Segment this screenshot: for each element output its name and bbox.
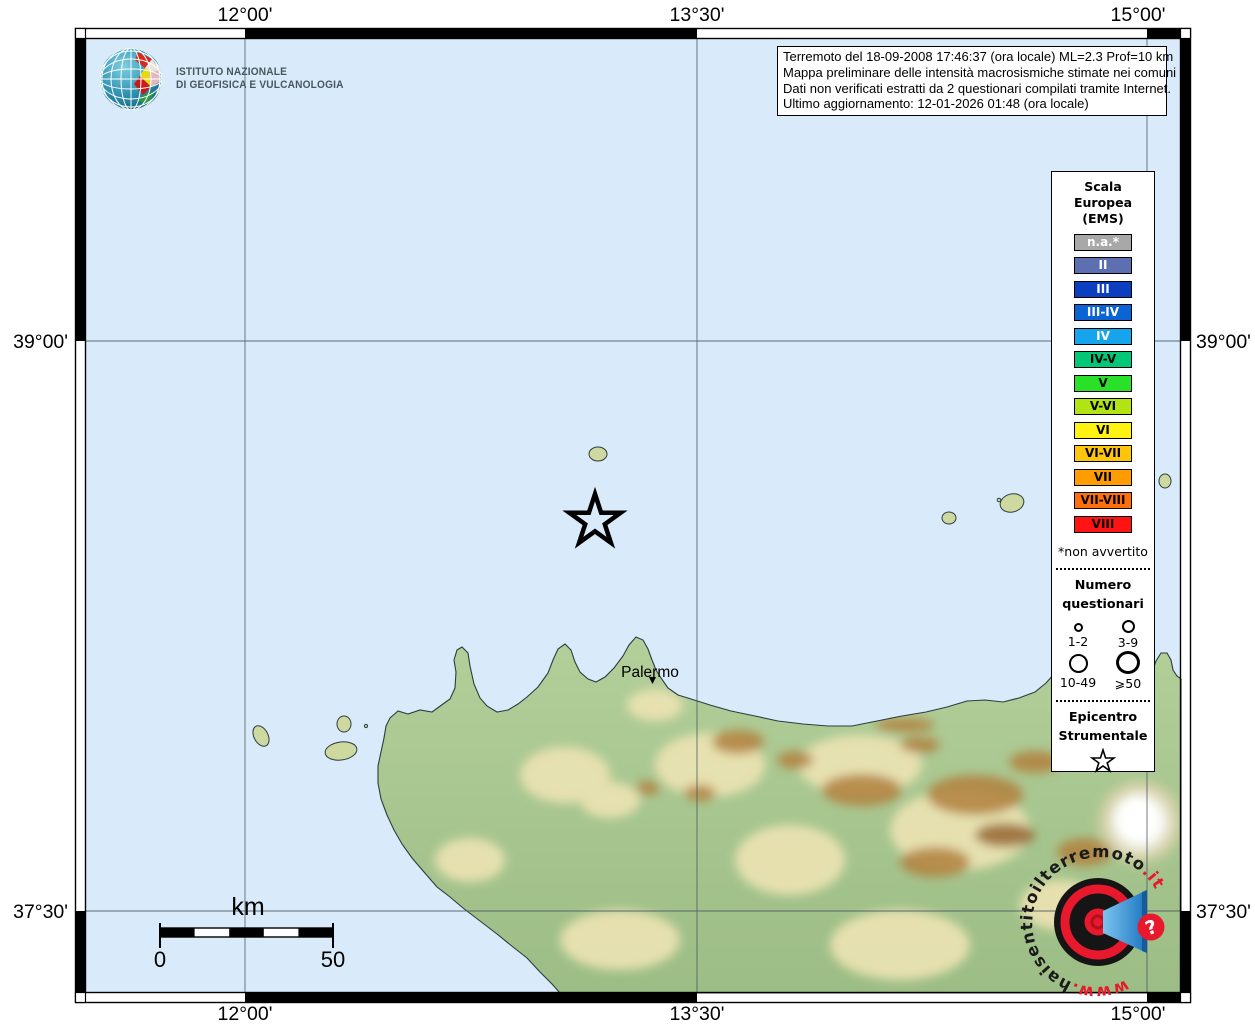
size-circle-small-icon [1073,622,1083,632]
info-line-data-source: Dati non verificati estratti da 2 questi… [783,80,1172,96]
info-line-map-type: Mappa preliminare delle intensità macros… [783,64,1177,80]
intensity-chip-vi: VI [1074,421,1132,439]
island-levanzo [336,715,352,733]
axis-right-3730: 37°30' [1196,901,1251,923]
size-label: 10-49 [1059,674,1097,690]
size-circle-medium-icon [1121,619,1135,633]
epicenter-star-icon [1089,746,1117,773]
island-stromboli [1158,473,1172,489]
scale-bar-start: 0 [154,947,166,972]
intensity-chip-iii: III [1074,280,1132,298]
seismic-intensity-map-page: Palermo km 0 50 12°00' 13°30' 15°00' 12°… [0,0,1255,1025]
intensity-chip-iii-iv: III-IV [1074,304,1132,321]
legend-divider [1056,699,1150,702]
city-label: Palermo [621,664,679,681]
size-label: ⩾50 [1114,675,1142,691]
questionnaire-size-key: 1-2 3-9 10-49 ⩾50 [1052,617,1154,691]
axis-top-1330: 13°30' [670,4,725,26]
axis-bottom-15: 15°00' [1111,1003,1166,1024]
epicenter-section-title: Epicentro Strumentale [1052,707,1154,745]
legend-title-line2: Europea [1073,195,1133,210]
intensity-chip-v: V [1074,374,1132,392]
intensity-chip-vii: VII [1074,468,1132,486]
legend-title-line3: (EMS) [1082,211,1124,226]
axis-right-39: 39°00' [1196,331,1251,353]
info-line-event: Terremoto del 18-09-2008 17:46:37 (ora l… [783,49,1174,64]
legend-title: Scala Europea (EMS) [1052,172,1154,227]
axis-bottom-12: 12°00' [218,1003,273,1024]
intensity-chip-viii: VIII [1074,515,1132,533]
info-line-updated: Ultimo aggiornamento: 12-01-2026 01:48 (… [783,96,1089,112]
scale-bar-end: 50 [321,947,345,972]
intensity-chip-na: n.a.* [1074,233,1132,251]
intensity-chip-v-vi: V-VI [1074,398,1132,415]
intensity-chip-ii: II [1074,257,1132,274]
size-circle-xlarge-icon [1116,650,1140,674]
islet [996,497,1002,503]
ingv-globe-icon [100,48,162,110]
size-circle-large-icon [1068,653,1088,673]
intensity-chip-iv-v: IV-V [1074,351,1132,368]
axis-left-39: 39°00' [13,331,68,353]
size-key-10-49: 10-49 [1053,650,1103,691]
ingv-title: ISTITUTO NAZIONALE DI GEOFISICA E VULCAN… [176,66,344,92]
island-alicudi [941,511,957,525]
scale-bar-unit: km [231,893,264,921]
questionnaire-title-line2: questionari [1062,595,1144,611]
ingv-title-line1: ISTITUTO NAZIONALE [176,66,288,78]
size-label: 3-9 [1117,634,1139,650]
size-key-1-2: 1-2 [1053,617,1103,650]
questionnaire-section-title: Numero questionari [1052,575,1154,613]
epicenter-title-line1: Epicentro [1068,708,1138,724]
legend-divider [1056,567,1150,570]
island-ustica [588,446,608,462]
axis-top-15: 15°00' [1111,4,1166,26]
axis-left-3730: 37°30' [13,901,68,923]
epicenter-title-line2: Strumentale [1058,727,1148,743]
islet [363,723,369,729]
legend-panel: Scala Europea (EMS) n.a.* II III III-IV … [1051,171,1155,773]
axis-bottom-1330: 13°30' [670,1003,725,1024]
questionnaire-title-line1: Numero [1074,576,1132,592]
size-key-50plus: ⩾50 [1103,650,1153,691]
intensity-chip-iv: IV [1074,327,1132,345]
intensity-chip-vii-viii: VII-VIII [1074,492,1132,509]
size-key-3-9: 3-9 [1103,617,1153,650]
earthquake-info-box: Terremoto del 18-09-2008 17:46:37 (ora l… [777,46,1177,117]
size-label: 1-2 [1067,633,1089,649]
ingv-title-line2: DI GEOFISICA E VULCANOLOGIA [176,79,344,91]
legend-title-line1: Scala [1084,179,1122,194]
intensity-chip-vi-vii: VI-VII [1074,445,1132,462]
ingv-logo: ISTITUTO NAZIONALE DI GEOFISICA E VULCAN… [98,46,358,112]
axis-top-12: 12°00' [218,4,273,26]
legend-footnote: *non avvertito [1058,543,1148,559]
